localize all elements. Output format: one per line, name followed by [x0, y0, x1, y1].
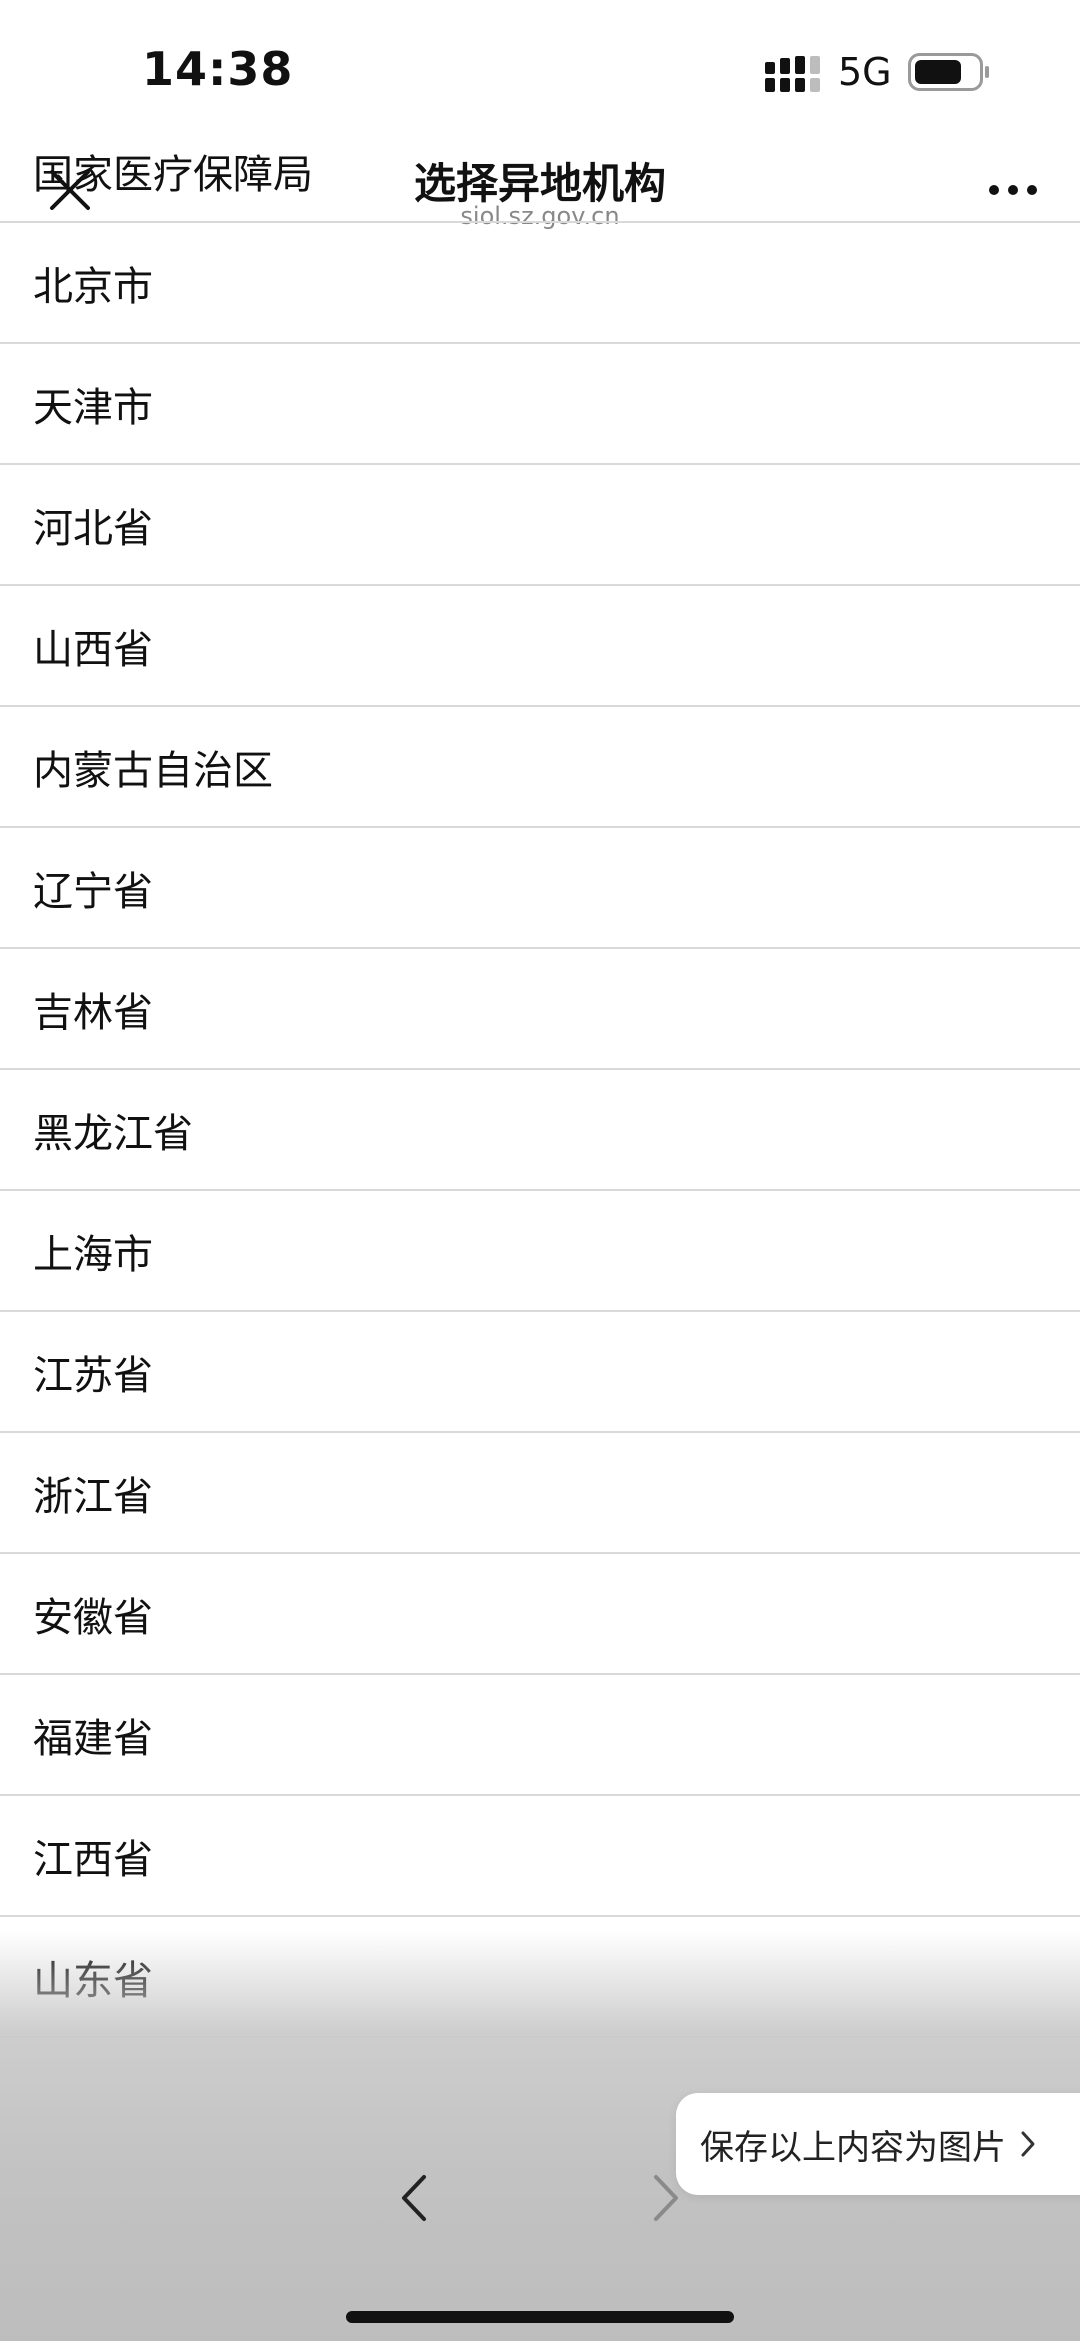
list-item[interactable]: 江西省 [0, 1796, 1080, 1917]
status-time: 14:38 [142, 42, 294, 96]
back-button[interactable] [388, 2168, 438, 2228]
list-item[interactable]: 北京市 [0, 223, 1080, 344]
list-item[interactable]: 安徽省 [0, 1554, 1080, 1675]
list-item[interactable]: 山西省 [0, 586, 1080, 707]
list-item[interactable]: 天津市 [0, 344, 1080, 465]
home-indicator[interactable] [346, 2311, 734, 2323]
list-item[interactable]: 内蒙古自治区 [0, 707, 1080, 828]
status-bar: 14:38 5G [0, 0, 1080, 140]
list-item[interactable]: 江苏省 [0, 1312, 1080, 1433]
list-item[interactable]: 浙江省 [0, 1433, 1080, 1554]
signal-icon [765, 56, 820, 92]
list-item[interactable]: 辽宁省 [0, 828, 1080, 949]
list-item[interactable]: 福建省 [0, 1675, 1080, 1796]
institution-list: 国家医疗保障局 北京市 天津市 河北省 山西省 内蒙古自治区 辽宁省 吉林省 黑… [0, 152, 1080, 2038]
chevron-right-icon [1020, 2130, 1036, 2158]
list-item[interactable]: 山东省 [0, 1917, 1080, 2038]
list-item[interactable]: 黑龙江省 [0, 1070, 1080, 1191]
list-item[interactable]: 吉林省 [0, 949, 1080, 1070]
battery-icon [908, 53, 989, 91]
save-as-image-button[interactable]: 保存以上内容为图片 [676, 2093, 1080, 2195]
save-as-image-label: 保存以上内容为图片 [700, 2127, 1006, 2168]
chevron-left-icon [402, 2175, 426, 2221]
list-item[interactable]: 河北省 [0, 465, 1080, 586]
network-type: 5G [838, 50, 892, 94]
list-item[interactable]: 上海市 [0, 1191, 1080, 1312]
list-item[interactable]: 国家医疗保障局 [0, 121, 1080, 223]
